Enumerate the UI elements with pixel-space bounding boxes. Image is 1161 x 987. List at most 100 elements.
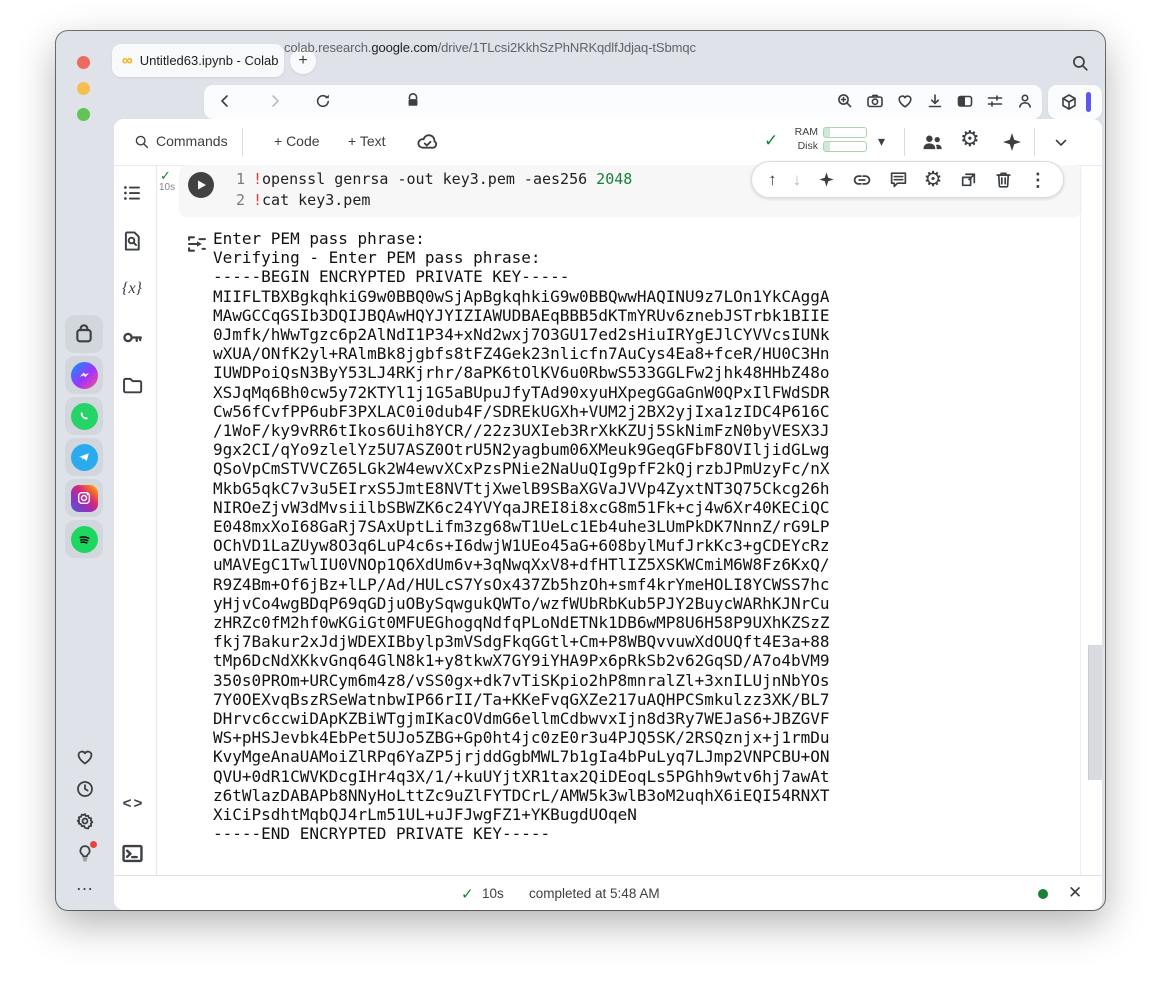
status-completed: completed at 5:48 AM [529,886,660,901]
favorite-heart-icon[interactable] [896,92,914,110]
settings-gear-icon[interactable]: ⚙ [960,128,980,150]
back-icon[interactable] [216,92,234,110]
colab-toolbar: Commands + Code + Text ✓ RAM Disk ▾ ⚙ [114,119,1102,166]
zoom-in-page-icon[interactable] [836,92,854,110]
more-ellipsis-icon[interactable]: … [76,875,95,893]
url-domain: google.com [371,40,438,55]
profile-icon[interactable] [1016,92,1034,110]
download-icon[interactable] [926,92,944,110]
find-in-notebook-icon[interactable] [120,229,144,253]
code-line[interactable]: 2 !cat key3.pem [223,191,370,209]
url-path: /drive/1TLcsi2KkhSzPhNRKqdlfJdjaq-tSbmqc [437,40,696,55]
status-bar: ✓ 10s completed at 5:48 AM ✕ [114,875,1102,910]
line-number: 1 [235,170,245,188]
extension-cube-icon [1061,94,1076,110]
code-line[interactable]: 1 !openssl genrsa -out key3.pem -aes256 2… [223,170,632,188]
share-people-icon[interactable] [920,130,945,155]
colab-logo-icon: ∞ [122,52,133,69]
terminal-icon[interactable] [120,841,144,865]
cell-toolbar: ↑ ↓ ⚙ ⋮ [751,161,1064,198]
telegram-button[interactable] [65,438,103,476]
camera-icon[interactable] [866,92,884,110]
divider [904,128,905,156]
variables-icon[interactable]: {x} [120,277,144,301]
cell-settings-gear-icon[interactable]: ⚙ [924,169,943,190]
gemini-sparkle-icon[interactable] [1000,130,1024,154]
reader-mode-icon[interactable] [956,92,974,110]
telegram-icon [70,443,98,471]
favorites-heart-icon[interactable] [75,747,95,767]
exec-time: 10s [159,182,176,193]
secrets-key-icon[interactable] [120,325,144,349]
scrollbar-thumb[interactable] [1088,645,1102,780]
mirror-cell-in-tab-icon[interactable] [959,170,978,189]
instagram-icon [70,484,98,512]
spotify-button[interactable] [65,520,103,558]
tab-indicator-bar [1085,92,1091,112]
cloud-saved-icon[interactable] [416,131,439,154]
lock-icon [405,92,421,108]
browser-window: ∞ Untitled63.ipynb - Colab + colab.resea… [56,31,1105,910]
shopping-bag-icon [76,324,92,343]
browser-tab[interactable]: ∞ Untitled63.ipynb - Colab [112,44,284,77]
code-text: cat key3.pem [262,191,371,209]
comment-icon[interactable] [889,170,908,189]
reload-icon[interactable] [314,92,332,110]
extension-pill[interactable] [1048,85,1102,119]
code-text: openssl genrsa -out key3.pem -aes256 [262,170,597,188]
ideas-lightbulb-icon[interactable] [75,841,97,863]
move-cell-down-icon[interactable]: ↓ [793,171,802,188]
settings-gear-icon[interactable] [75,811,95,831]
ram-label: RAM [794,126,818,138]
kernel-status-dot [1038,889,1048,899]
collapse-chevron-down-icon[interactable] [1052,134,1070,152]
line-number: 2 [235,191,245,209]
resources-meter[interactable]: RAM Disk [790,126,867,152]
messenger-button[interactable] [65,356,103,394]
divider [242,128,243,156]
spotify-icon [70,525,98,553]
resources-caret-down-icon[interactable]: ▾ [878,134,885,148]
disk-label: Disk [797,140,818,152]
delete-cell-trash-icon[interactable] [994,170,1013,189]
disk-meter [823,140,867,152]
history-clock-icon[interactable] [75,779,95,799]
forward-icon[interactable] [266,92,284,110]
add-text-button[interactable]: + Text [348,133,386,149]
close-status-icon[interactable]: ✕ [1068,884,1082,901]
commands-button[interactable]: Commands [156,133,228,149]
move-cell-up-icon[interactable]: ↑ [768,171,777,188]
close-window-button[interactable] [77,56,90,69]
code-literal: 2048 [596,170,633,188]
code-snippets-icon[interactable]: < > [120,791,144,815]
output-indicator-icon[interactable] [186,233,208,255]
cell-output: Enter PEM pass phrase: Verifying - Enter… [213,229,830,844]
screenshot: ∞ Untitled63.ipynb - Colab + colab.resea… [0,0,1161,987]
url-text[interactable]: colab.research.google.com/drive/1TLcsi2K… [284,40,696,55]
gemini-sparkle-icon[interactable] [817,170,836,189]
minimize-window-button[interactable] [77,82,90,95]
cell-success-check-icon: ✓ [764,131,779,150]
tab-title: Untitled63.ipynb - Colab [139,53,279,68]
ram-meter [823,126,867,138]
app-store-button[interactable] [65,315,103,353]
tune-sliders-icon[interactable] [986,92,1004,110]
files-folder-icon[interactable] [120,373,144,397]
whatsapp-button[interactable] [65,397,103,435]
status-check-icon: ✓ [461,886,474,903]
colab-app: Commands + Code + Text ✓ RAM Disk ▾ ⚙ {x… [114,119,1102,910]
more-vert-icon[interactable]: ⋮ [1029,171,1047,189]
instagram-button[interactable] [65,479,103,517]
messenger-icon [70,361,98,389]
add-code-button[interactable]: + Code [274,133,320,149]
search-icon[interactable] [1071,54,1090,73]
copy-link-icon[interactable] [852,170,872,190]
zoom-window-button[interactable] [77,108,90,121]
table-of-contents-icon[interactable] [120,181,144,205]
commands-search-icon[interactable] [134,134,150,150]
app-dock [65,315,103,558]
url-subdomain: colab.research. [284,40,372,55]
notification-dot [90,841,97,848]
run-cell-button[interactable] [188,172,214,198]
shell-bang: ! [253,191,263,209]
